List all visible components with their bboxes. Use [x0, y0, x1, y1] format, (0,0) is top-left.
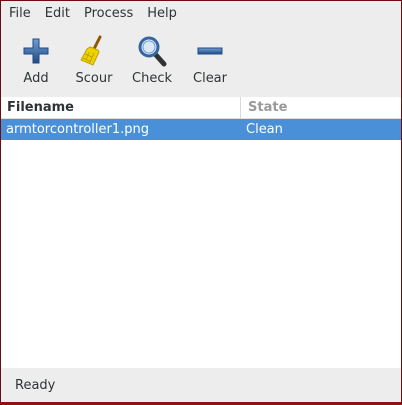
minus-icon — [195, 35, 225, 67]
menubar: File Edit Process Help — [1, 1, 401, 27]
check-label: Check — [132, 71, 172, 86]
statusbar: Ready — [1, 368, 401, 402]
menu-edit[interactable]: Edit — [38, 1, 77, 27]
check-button[interactable]: Check — [123, 27, 181, 93]
clear-button[interactable]: Clear — [181, 27, 239, 93]
file-list[interactable]: Filename State armtorcontroller1.png Cle… — [1, 96, 401, 368]
menu-file[interactable]: File — [2, 1, 38, 27]
scour-label: Scour — [75, 71, 113, 86]
column-header-filename[interactable]: Filename — [1, 96, 241, 119]
add-label: Add — [23, 71, 49, 86]
status-text: Ready — [15, 378, 56, 393]
add-button[interactable]: Add — [7, 27, 65, 93]
broom-icon — [79, 35, 109, 67]
toolbar: Add Scour Check Clear — [1, 27, 401, 97]
menu-help[interactable]: Help — [140, 1, 184, 27]
column-header-state[interactable]: State — [241, 97, 287, 119]
list-header: Filename State — [1, 96, 401, 119]
plus-icon — [21, 35, 51, 67]
app-window: File Edit Process Help Add Scour Check C… — [0, 0, 402, 405]
row-state: Clean — [246, 122, 283, 137]
menu-process[interactable]: Process — [77, 1, 140, 27]
magnifier-icon — [137, 35, 167, 67]
scour-button[interactable]: Scour — [65, 27, 123, 93]
clear-label: Clear — [193, 71, 227, 86]
row-filename: armtorcontroller1.png — [6, 122, 150, 137]
table-row[interactable]: armtorcontroller1.png Clean — [1, 119, 401, 140]
